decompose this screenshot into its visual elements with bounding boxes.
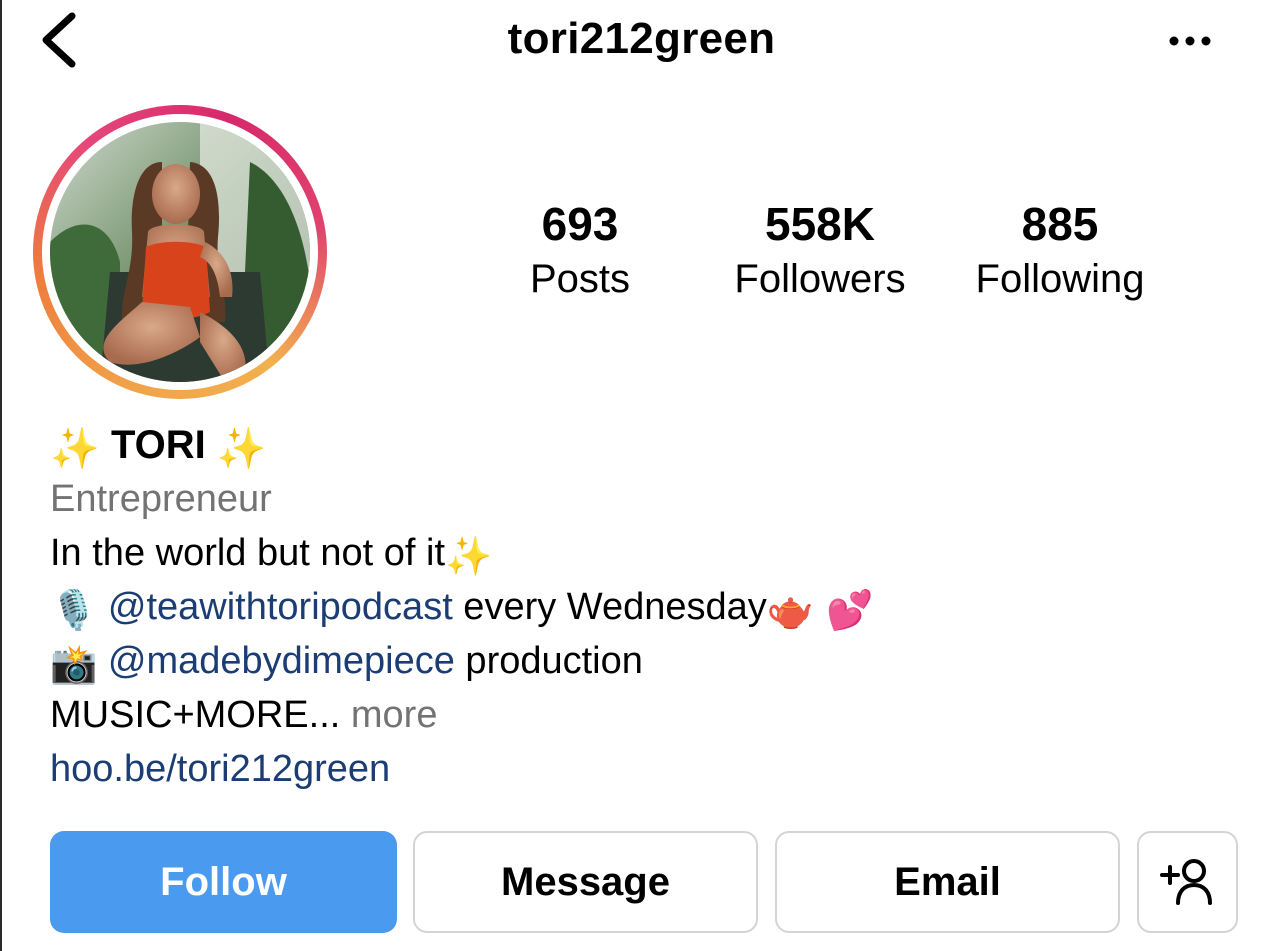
following-count: 885 <box>1021 198 1099 250</box>
bio-text: In the world but not of it <box>50 532 446 574</box>
more-options-button[interactable] <box>1164 24 1220 58</box>
avatar <box>50 122 310 382</box>
following-stat[interactable]: 885 Following <box>950 195 1170 305</box>
bio-more-link[interactable]: more <box>340 694 438 736</box>
sparkles-icon: ✨ <box>50 426 100 472</box>
bio-line-2: 🎙️ @teawithtoripodcast every Wednesday🫖 … <box>50 580 1200 634</box>
display-name: ✨ TORI ✨ <box>50 418 1200 472</box>
bio-line-1: In the world but not of it✨ <box>50 526 1200 580</box>
message-button[interactable]: Message <box>413 831 758 933</box>
sparkles-icon: ✨ <box>216 426 267 472</box>
posts-count: 693 <box>541 198 619 250</box>
add-person-icon <box>1159 859 1212 905</box>
mention-link-madebydimepiece[interactable]: @madebydimepiece <box>108 640 455 682</box>
followers-count: 558K <box>765 198 875 250</box>
profile-category: Entrepreneur <box>50 478 272 520</box>
profile-header: tori212green <box>0 0 1283 80</box>
suggested-accounts-button[interactable] <box>1137 831 1238 933</box>
display-name-text: TORI <box>110 423 206 467</box>
external-link[interactable]: hoo.be/tori212green <box>50 742 1200 796</box>
profile-photo <box>50 122 310 382</box>
bio-text: MUSIC+MORE... <box>50 694 341 736</box>
followers-label: Followers <box>734 257 906 301</box>
more-horizontal-icon <box>1169 36 1211 46</box>
sparkles-icon: ✨ <box>445 534 493 578</box>
profile-bio: ✨ TORI ✨ Entrepreneur In the world but n… <box>50 418 1200 796</box>
followers-stat[interactable]: 558K Followers <box>700 195 940 305</box>
bio-line-4: MUSIC+MORE... more <box>50 688 1200 742</box>
posts-stat[interactable]: 693 Posts <box>500 195 660 305</box>
profile-username-title: tori212green <box>507 14 776 63</box>
avatar-story-ring[interactable] <box>33 105 327 399</box>
microphone-icon: 🎙️ <box>50 588 98 632</box>
bio-line-3: 📸 @madebydimepiece production <box>50 634 1200 688</box>
window-edge <box>0 0 2 951</box>
teapot-hearts-icon: 🫖 💕 <box>766 588 874 632</box>
camera-flash-icon: 📸 <box>50 642 98 686</box>
bio-text: production <box>454 640 643 682</box>
bio-text: every Wednesday <box>452 586 767 628</box>
posts-label: Posts <box>529 257 631 301</box>
following-label: Following <box>975 257 1145 301</box>
email-button[interactable]: Email <box>775 831 1120 933</box>
avatar-border <box>42 114 318 390</box>
follow-button[interactable]: Follow <box>50 831 397 933</box>
mention-link-teawithtoripodcast[interactable]: @teawithtoripodcast <box>108 586 453 628</box>
